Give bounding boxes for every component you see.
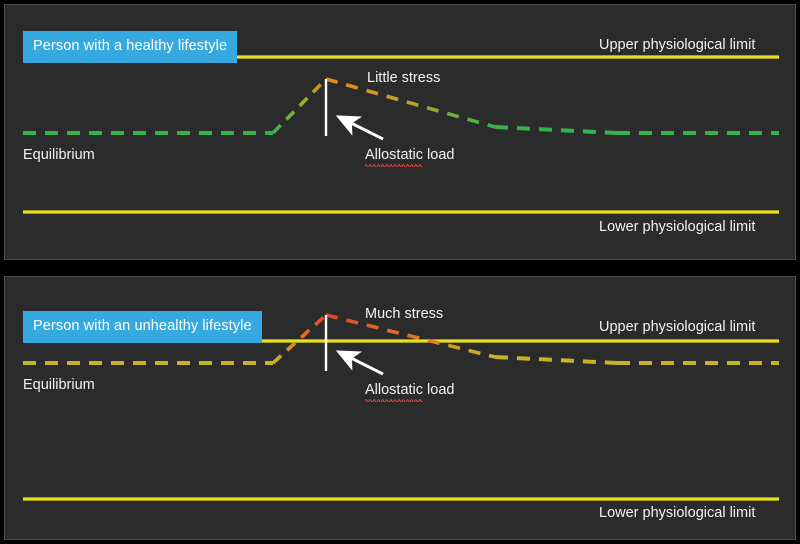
spellcheck-word-unhealthy: Allostatic	[365, 382, 424, 402]
stress-label-unhealthy: Much stress	[365, 306, 444, 322]
recovery-tail-unhealthy	[494, 355, 618, 365]
allostatic-load-label-word-unhealthy: Allostatic	[365, 382, 424, 398]
upper-limit-label-unhealthy: Upper physiological limit	[599, 319, 756, 335]
spellcheck-word-healthy: Allostatic	[365, 147, 424, 167]
allostatic-load-label-unhealthy: Allostatic load	[365, 382, 455, 402]
allostatic-load-label-rest-healthy: load	[423, 147, 455, 163]
stress-fall-healthy	[325, 77, 496, 129]
allostatic-load-pointer-unhealthy	[335, 350, 384, 376]
lower-limit-label-unhealthy: Lower physiological limit	[599, 505, 756, 521]
upper-limit-label-healthy: Upper physiological limit	[599, 37, 756, 53]
allostatic-load-label-healthy: Allostatic load	[365, 147, 455, 167]
stress-label-healthy: Little stress	[367, 70, 441, 86]
allostatic-load-label-rest-unhealthy: load	[423, 382, 455, 398]
lower-limit-label-healthy: Lower physiological limit	[599, 219, 756, 235]
equilibrium-label-unhealthy: Equilibrium	[23, 377, 95, 393]
allostatic-load-pointer-healthy	[335, 115, 384, 141]
chip-unhealthy-lifestyle-label: Person with an unhealthy lifestyle	[33, 318, 252, 334]
figure-canvas: Equilibrium Little stress Allostatic loa…	[0, 0, 800, 544]
chip-healthy-lifestyle: Person with a healthy lifestyle	[23, 31, 238, 63]
stress-rise-unhealthy	[271, 313, 328, 365]
stress-rise-healthy	[271, 77, 328, 135]
allostatic-load-label-word-healthy: Allostatic	[365, 147, 424, 163]
chip-unhealthy-lifestyle: Person with an unhealthy lifestyle	[23, 311, 262, 343]
recovery-tail-healthy	[494, 125, 618, 135]
chip-healthy-lifestyle-label: Person with a healthy lifestyle	[33, 38, 228, 54]
panel-unhealthy-lifestyle: Equilibrium Much stress Allostatic load …	[4, 276, 796, 540]
panel-healthy-lifestyle: Equilibrium Little stress Allostatic loa…	[4, 4, 796, 260]
equilibrium-label-healthy: Equilibrium	[23, 147, 95, 163]
